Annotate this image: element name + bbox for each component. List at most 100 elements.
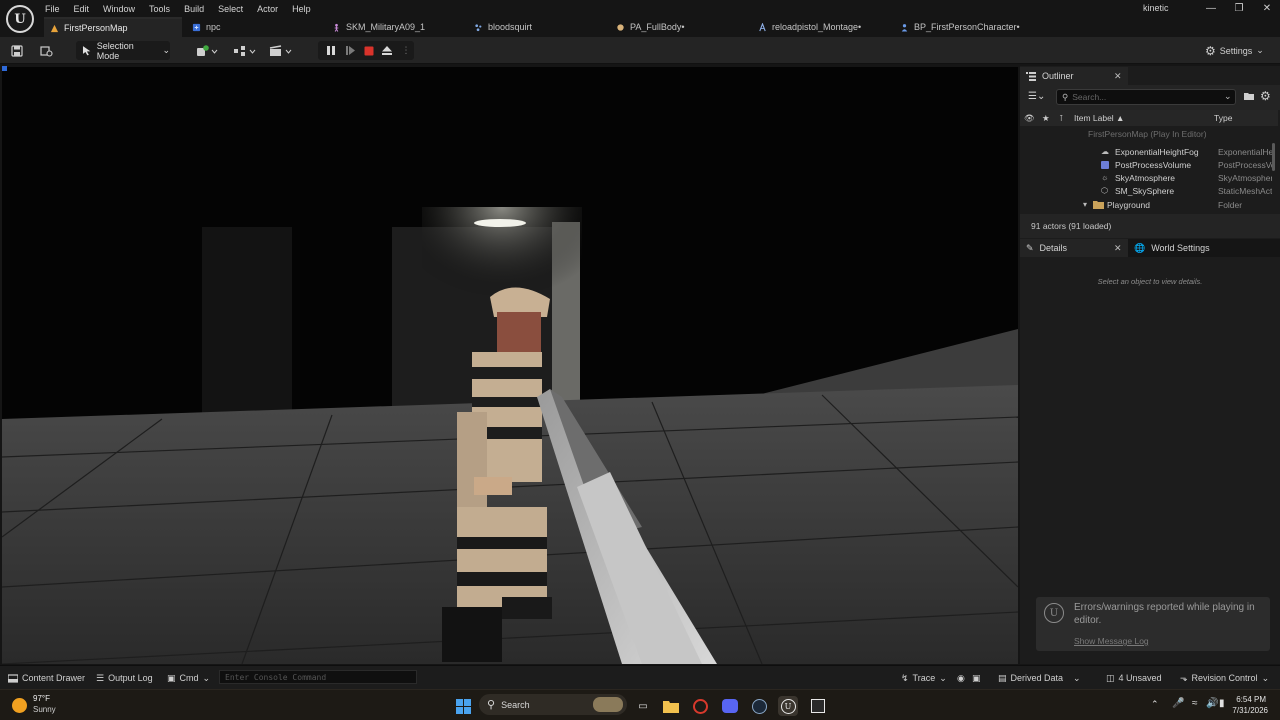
row-label: Playground xyxy=(1107,199,1151,210)
tab-bloodsquirt[interactable]: bloodsquirt xyxy=(468,17,608,37)
close-icon[interactable]: ✕ xyxy=(1114,243,1122,254)
selection-mode-dropdown[interactable]: Selection Mode ⌄ xyxy=(76,41,170,61)
list-item[interactable]: ☁ ExponentialHeightFog ExponentialHeight… xyxy=(1020,145,1272,158)
folder-icon xyxy=(663,700,679,713)
revision-control-button[interactable]: ⬎ Revision Control ⌄ xyxy=(1180,671,1269,685)
save-icon[interactable] xyxy=(9,42,25,59)
show-message-log-link[interactable]: Show Message Log xyxy=(1074,636,1149,646)
pause-button[interactable] xyxy=(324,42,338,59)
gear-icon[interactable]: ⚙ xyxy=(1260,89,1271,103)
frame-skip-button[interactable] xyxy=(343,42,357,59)
menu-select[interactable]: Select xyxy=(211,4,250,14)
browse-content-icon[interactable] xyxy=(38,42,54,59)
clock-time[interactable]: 6:54 PM xyxy=(1222,695,1266,704)
taskbar-search[interactable]: ⚲ Search xyxy=(479,694,627,715)
tab-outliner[interactable]: Outliner ✕ xyxy=(1020,67,1128,85)
tab-pa-fullbody[interactable]: PA_FullBody• xyxy=(610,17,750,37)
file-explorer-button[interactable] xyxy=(661,696,681,716)
add-actor-icon xyxy=(197,44,218,56)
chevron-down-icon[interactable]: ⌄ xyxy=(1224,91,1232,102)
output-log-button[interactable]: ☰ Output Log xyxy=(96,671,153,685)
title-bar: File Edit Window Tools Build Select Acto… xyxy=(0,0,1280,17)
menu-file[interactable]: File xyxy=(38,4,67,14)
stop-button[interactable] xyxy=(362,42,376,59)
list-item[interactable]: ☼ SkyAtmosphere SkyAtmosphere xyxy=(1020,171,1272,184)
tab-npc[interactable]: npc xyxy=(186,17,321,37)
trace-dropdown[interactable]: ↯ Trace ⌄ xyxy=(901,671,947,685)
sun-weather-icon[interactable] xyxy=(12,698,27,713)
niagara-icon xyxy=(475,23,482,31)
type-column[interactable]: Type xyxy=(1214,113,1232,123)
expand-arrow-icon[interactable]: ▾ xyxy=(1083,200,1087,209)
wifi-icon[interactable]: ≈ xyxy=(1192,698,1198,709)
chevron-up-icon[interactable]: ⌃ xyxy=(1151,699,1159,710)
list-item[interactable]: ▾ Playground Folder xyxy=(1020,198,1272,211)
add-actor-button[interactable] xyxy=(194,42,220,59)
list-item[interactable]: PostProcessVolume PostProcessVolume xyxy=(1020,158,1272,171)
outliner-scrollbar[interactable] xyxy=(1272,143,1275,171)
app-red-button[interactable] xyxy=(690,696,710,716)
pause-icon xyxy=(327,46,335,55)
tab-reloadpistol-montage[interactable]: reloadpistol_Montage• xyxy=(752,17,892,37)
tab-firstpersonmap[interactable]: FirstPersonMap xyxy=(44,17,182,37)
play-options-icon[interactable]: ⋮ xyxy=(401,42,411,59)
list-item[interactable]: ⬡ SM_SkySphere StaticMeshActor xyxy=(1020,184,1272,197)
blueprint-menu-button[interactable] xyxy=(232,42,258,59)
console-command-input[interactable]: Enter Console Command xyxy=(219,670,417,684)
filter-icon[interactable]: ☰⌄ xyxy=(1028,91,1045,102)
minimize-button[interactable]: — xyxy=(1196,0,1226,17)
console-placeholder: Enter Console Command xyxy=(225,672,327,682)
unsaved-button[interactable]: ◫ 4 Unsaved xyxy=(1106,671,1162,685)
restore-button[interactable]: ❐ xyxy=(1224,0,1254,17)
skeletal-mesh-icon xyxy=(334,23,339,32)
close-icon[interactable]: ✕ xyxy=(1114,71,1122,82)
add-folder-icon[interactable] xyxy=(1243,91,1255,102)
list-item[interactable]: FirstPersonMap (Play In Editor) xyxy=(1020,127,1272,140)
eject-button[interactable] xyxy=(380,42,394,59)
menu-edit[interactable]: Edit xyxy=(67,4,97,14)
menu-build[interactable]: Build xyxy=(177,4,211,14)
unreal-editor-taskbar-button[interactable]: U xyxy=(778,696,798,716)
pin-icon[interactable]: ⊺ xyxy=(1059,113,1063,124)
tab-world-settings[interactable]: 🌐 World Settings xyxy=(1128,239,1248,257)
close-window-button[interactable]: ✕ xyxy=(1252,0,1280,17)
start-button[interactable] xyxy=(453,696,473,716)
content-drawer-button[interactable]: Content Drawer xyxy=(8,671,85,685)
pencil-icon: ✎ xyxy=(1026,242,1034,253)
tab-bp-firstpersoncharacter[interactable]: BP_FirstPersonCharacter• xyxy=(894,17,1034,37)
row-type: SkyAtmosphere xyxy=(1218,172,1272,183)
unreal-notification-icon: U xyxy=(1044,603,1064,623)
menu-actor[interactable]: Actor xyxy=(250,4,285,14)
item-label-column[interactable]: Item Label ▲ xyxy=(1074,113,1124,123)
steam-button[interactable] xyxy=(749,696,769,716)
row-label: SM_SkySphere xyxy=(1115,185,1175,196)
menu-tools[interactable]: Tools xyxy=(142,4,177,14)
tab-skm-military[interactable]: SKM_MilitaryA09_1 xyxy=(326,17,466,37)
derived-data-label: Derived Data xyxy=(1010,673,1064,683)
record-button[interactable]: ◉ xyxy=(957,671,965,685)
tab-details[interactable]: ✎ Details ✕ xyxy=(1020,239,1128,257)
epic-launcher-button[interactable] xyxy=(808,696,828,716)
task-view-button[interactable]: ▭ xyxy=(633,696,653,716)
error-notification: U Errors/warnings reported while playing… xyxy=(1036,597,1270,651)
cinematics-button[interactable] xyxy=(268,42,294,59)
volume-icon[interactable]: 🔊 xyxy=(1206,698,1218,709)
ceiling-lamp xyxy=(474,219,526,227)
level-viewport[interactable] xyxy=(2,67,1018,664)
eye-icon[interactable]: 👁 xyxy=(1024,113,1035,124)
discord-button[interactable] xyxy=(720,696,740,716)
montage-icon xyxy=(759,22,766,31)
weather-desc: Sunny xyxy=(33,705,56,714)
unreal-logo-icon[interactable]: U xyxy=(6,5,34,33)
derived-data-button[interactable]: ▤ Derived Data ⌄ xyxy=(998,671,1081,685)
menu-window[interactable]: Window xyxy=(96,4,142,14)
outliner-search-input[interactable]: ⚲ Search... xyxy=(1056,89,1236,105)
settings-button[interactable]: ⚙ Settings ⌄ xyxy=(1205,42,1264,59)
clock-date[interactable]: 7/31/2026 xyxy=(1222,706,1268,715)
menu-help[interactable]: Help xyxy=(285,4,318,14)
microphone-icon[interactable]: 🎤 xyxy=(1172,698,1184,709)
blueprint-nodes-icon xyxy=(234,45,256,56)
star-icon[interactable]: ★ xyxy=(1042,113,1050,124)
cmd-dropdown[interactable]: ▣ Cmd ⌄ xyxy=(167,671,210,685)
screenshot-button[interactable]: ▣ xyxy=(972,671,981,685)
